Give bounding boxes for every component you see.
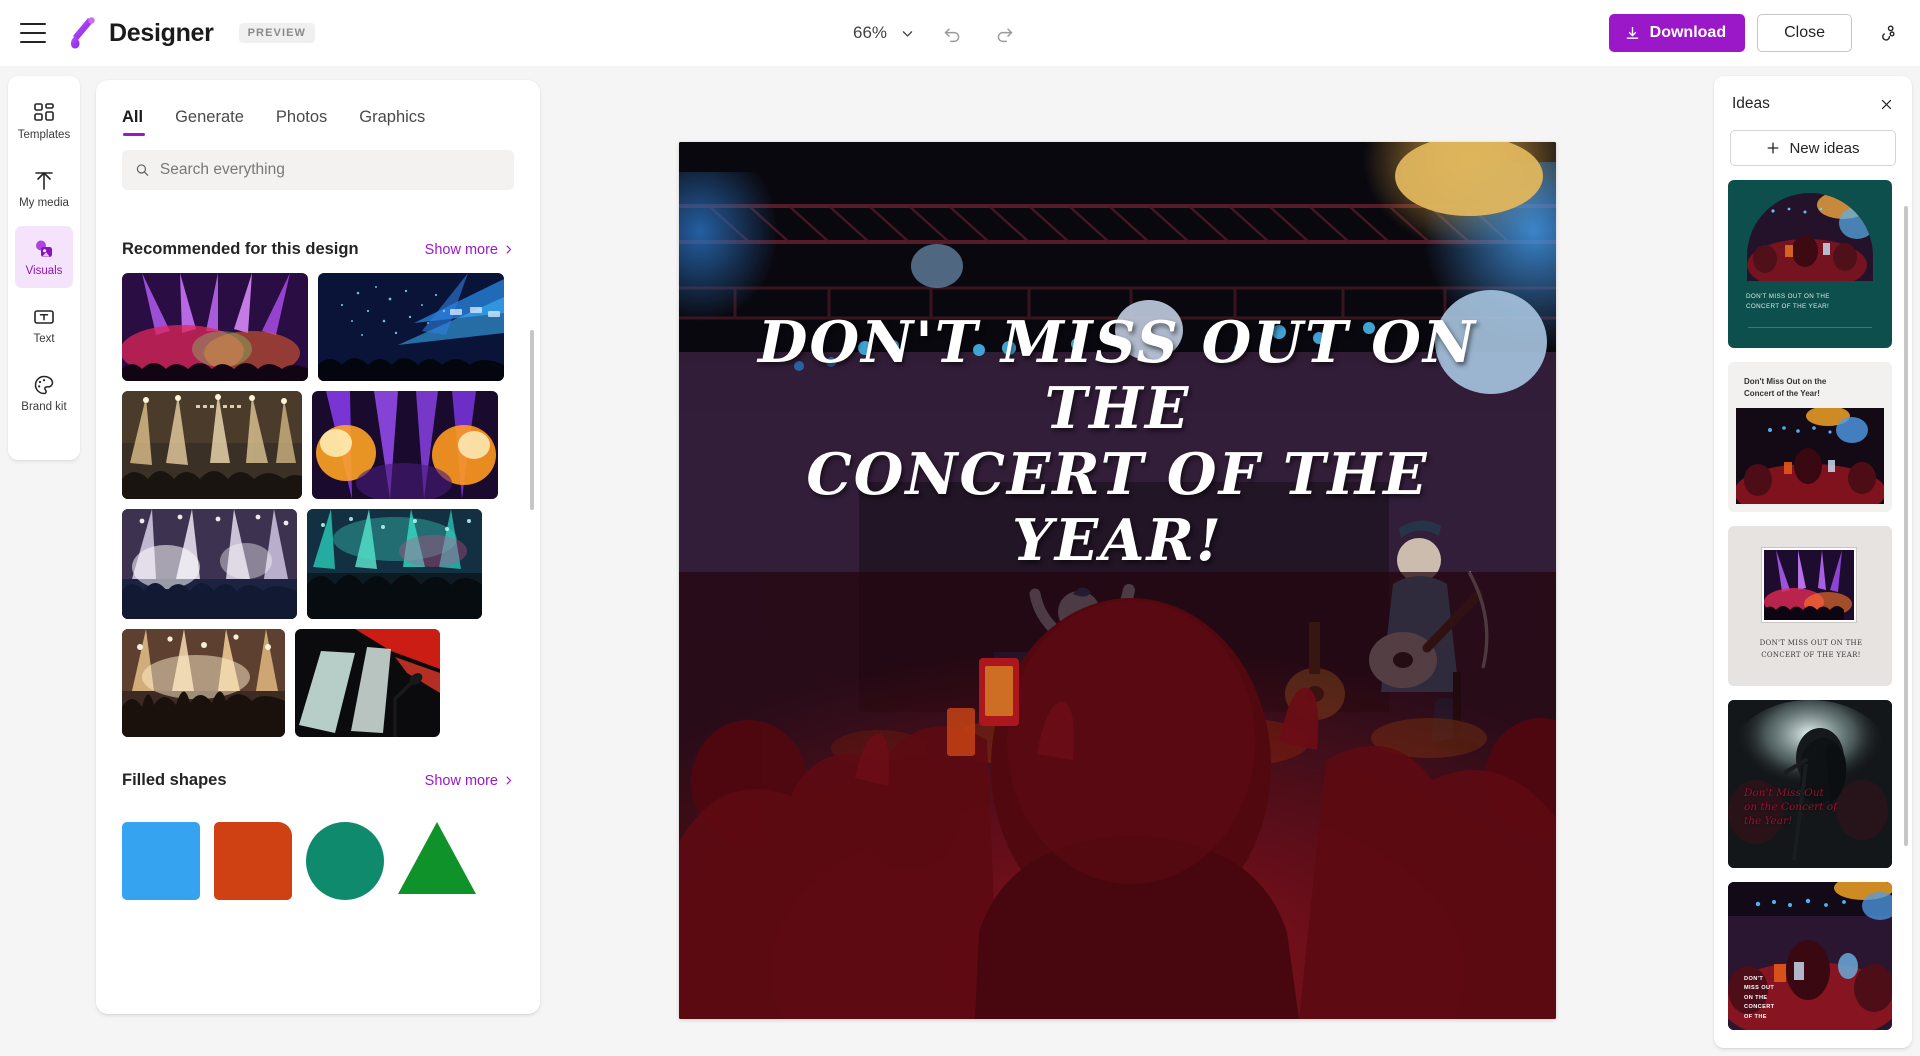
canvas-concert-photo xyxy=(679,142,1556,1019)
show-more-label: Show more xyxy=(424,241,498,258)
ideas-scrollbar[interactable] xyxy=(1904,206,1908,846)
ideas-title: Ideas xyxy=(1732,95,1770,112)
search-icon xyxy=(136,164,149,176)
close-button[interactable]: Close xyxy=(1757,14,1852,52)
sidebar-item-templates[interactable]: Templates xyxy=(15,90,73,152)
download-button[interactable]: Download xyxy=(1608,14,1746,52)
idea-caption: Don't Miss Out on the Concert of the Yea… xyxy=(1744,787,1837,828)
photo-thumb-white-light-concert-crowd[interactable] xyxy=(122,509,297,619)
visuals-panel: All Generate Photos Graphics Recommended… xyxy=(96,80,540,1014)
photo-thumb-microphone-red-stage[interactable] xyxy=(295,629,440,737)
idea-caption: DON'T MISS OUT ON THE CONCERT OF THE YEA… xyxy=(1746,293,1830,311)
show-more-label: Show more xyxy=(424,772,498,789)
section-header-filled-shapes: Filled shapes Show more xyxy=(96,771,540,790)
chevron-right-icon xyxy=(506,776,512,785)
tab-photos[interactable]: Photos xyxy=(276,108,327,136)
design-canvas[interactable]: DON'T MISS OUT ON THE CONCERT OF THE YEA… xyxy=(679,142,1556,1019)
designer-logo-icon xyxy=(70,17,95,49)
panel-scrollbar[interactable] xyxy=(530,330,534,510)
top-right-actions: Download Close xyxy=(1608,0,1906,66)
shape-filled-square[interactable] xyxy=(122,822,200,900)
idea-caption: DON'T MISS OUT ON THE CONCERT OF THE YEA… xyxy=(1759,639,1863,659)
section-title: Filled shapes xyxy=(122,771,227,789)
idea-caption: DON'T MISS OUT ON THE CONCERT OF THE xyxy=(1744,975,1775,1020)
sidebar-item-label: My media xyxy=(19,196,69,209)
palette-icon xyxy=(34,375,54,395)
upload-arrow-icon xyxy=(35,171,53,190)
idea-caption: Don't Miss Out on the Concert of the Yea… xyxy=(1744,377,1827,398)
photo-thumb-purple-stage-lights-crowd[interactable] xyxy=(122,273,308,381)
hamburger-menu-icon[interactable] xyxy=(20,23,46,43)
chevron-right-icon xyxy=(506,245,512,254)
idea-card-dark-singer-script[interactable]: Don't Miss Out on the Concert of the Yea… xyxy=(1728,700,1892,868)
ideas-card-list: DON'T MISS OUT ON THE CONCERT OF THE YEA… xyxy=(1714,180,1912,1048)
photo-thumb-warm-lights-raised-hands[interactable] xyxy=(122,629,285,737)
tab-generate[interactable]: Generate xyxy=(175,108,244,136)
text-box-icon xyxy=(34,309,54,324)
show-more-filled-shapes[interactable]: Show more xyxy=(425,773,514,789)
redo-icon[interactable] xyxy=(985,14,1023,52)
app-title: Designer xyxy=(109,18,214,47)
shape-filled-rounded-square[interactable] xyxy=(214,822,292,900)
left-sidebar-rail: Templates My media Visuals Text Brand ki… xyxy=(8,76,80,460)
close-icon[interactable] xyxy=(1874,92,1898,116)
chevron-down-icon[interactable] xyxy=(895,18,919,48)
search-input[interactable] xyxy=(159,161,501,179)
idea-divider xyxy=(1748,327,1872,328)
sidebar-item-brand-kit[interactable]: Brand kit xyxy=(15,362,73,424)
section-title: Recommended for this design xyxy=(122,240,359,258)
idea-card-white-top-text[interactable]: Don't Miss Out on the Concert of the Yea… xyxy=(1728,362,1892,512)
shape-filled-triangle[interactable] xyxy=(398,822,476,894)
recommended-photo-grid xyxy=(96,273,540,737)
photo-thumb-orange-purple-stage-beams[interactable] xyxy=(312,391,498,499)
idea-framed-photo xyxy=(1762,548,1856,622)
zoom-level-value[interactable]: 66% xyxy=(845,17,891,49)
filled-shapes-row xyxy=(96,804,540,900)
tab-graphics[interactable]: Graphics xyxy=(359,108,425,136)
idea-photo xyxy=(1736,408,1884,504)
download-label: Download xyxy=(1649,24,1727,41)
photo-thumb-golden-spotlight-crowd[interactable] xyxy=(122,391,302,499)
download-icon xyxy=(1626,26,1638,39)
sidebar-item-label: Templates xyxy=(17,128,71,141)
sidebar-item-my-media[interactable]: My media xyxy=(15,158,73,220)
idea-card-grey-framed-serif[interactable]: DON'T MISS OUT ON THE CONCERT OF THE YEA… xyxy=(1728,526,1892,686)
panel-tab-list: All Generate Photos Graphics xyxy=(96,80,540,136)
idea-card-teal-arch[interactable]: DON'T MISS OUT ON THE CONCERT OF THE YEA… xyxy=(1728,180,1892,348)
ideas-panel: Ideas New ideas DON'T MISS OUT ON THE CO… xyxy=(1714,76,1912,1048)
sidebar-item-label: Visuals xyxy=(25,264,63,277)
photo-thumb-teal-festival-crowd[interactable] xyxy=(307,509,482,619)
sidebar-item-text[interactable]: Text xyxy=(15,294,73,356)
share-icon[interactable] xyxy=(1868,14,1906,52)
idea-arch-image xyxy=(1747,193,1873,281)
show-more-recommended[interactable]: Show more xyxy=(425,242,514,258)
idea-singer-photo xyxy=(1728,700,1892,868)
undo-icon[interactable] xyxy=(933,14,971,52)
idea-card-photo-corner-caption[interactable]: DON'T MISS OUT ON THE CONCERT OF THE xyxy=(1728,882,1892,1030)
visuals-bubbles-icon xyxy=(36,240,52,257)
top-toolbar: Designer PREVIEW 66% Download Close xyxy=(0,0,1920,66)
photo-thumb-blue-confetti-stage[interactable] xyxy=(318,273,504,381)
app-brand: Designer PREVIEW xyxy=(66,16,316,50)
plus-icon xyxy=(1768,142,1779,154)
templates-grid-icon xyxy=(34,102,54,121)
sidebar-item-visuals[interactable]: Visuals xyxy=(15,226,73,288)
sidebar-item-label: Text xyxy=(33,332,55,345)
shape-filled-circle[interactable] xyxy=(306,822,384,900)
canvas-headline[interactable]: DON'T MISS OUT ON THE CONCERT OF THE YEA… xyxy=(679,309,1556,574)
section-header-recommended: Recommended for this design Show more xyxy=(96,240,540,259)
panel-scroll-area: Recommended for this design Show more Fi… xyxy=(96,212,540,1014)
search-box[interactable] xyxy=(122,150,514,190)
ideas-panel-header: Ideas xyxy=(1714,76,1912,116)
zoom-controls: 66% xyxy=(845,0,1023,66)
new-ideas-label: New ideas xyxy=(1789,139,1860,157)
preview-badge: PREVIEW xyxy=(238,23,316,43)
new-ideas-button[interactable]: New ideas xyxy=(1730,130,1896,166)
sidebar-item-label: Brand kit xyxy=(21,400,67,413)
tab-all[interactable]: All xyxy=(122,108,146,136)
